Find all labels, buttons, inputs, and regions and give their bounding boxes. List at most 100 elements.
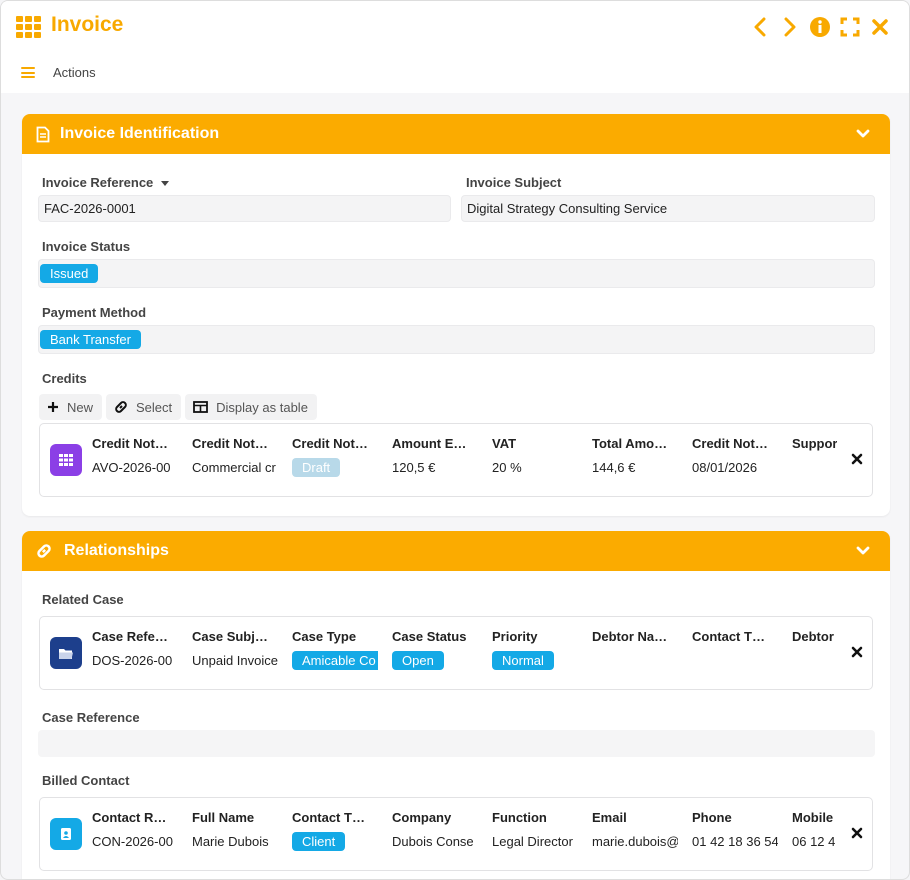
invoice-subject-label: Invoice Subject bbox=[466, 175, 562, 190]
column-header[interactable]: Case Status bbox=[392, 629, 478, 644]
column-header[interactable]: Mobile bbox=[792, 810, 837, 825]
billed-contact-table: Contact R… CON-2026-00 Full Name Marie Dub… bbox=[39, 797, 873, 871]
display-as-table-button[interactable]: Display as table bbox=[185, 394, 317, 420]
invoice-identification-header[interactable]: Invoice Identification bbox=[22, 114, 890, 154]
invoice-reference-field[interactable]: FAC-2026-0001 bbox=[38, 195, 451, 222]
window-title: Invoice bbox=[51, 13, 124, 36]
actions-bar[interactable]: Actions bbox=[21, 65, 96, 80]
column-header[interactable]: Credit Not… bbox=[192, 436, 278, 451]
table-cell: Unpaid Invoice bbox=[192, 653, 278, 668]
related-case-row[interactable]: Case Refe… DOS-2026-00 Case Subj… Unpaid I… bbox=[92, 629, 837, 689]
column-header[interactable]: VAT bbox=[492, 436, 578, 451]
table-cell: AVO-2026-00 bbox=[92, 460, 171, 475]
priority-badge: Normal bbox=[492, 651, 554, 670]
plus-icon bbox=[48, 402, 58, 412]
column-header[interactable]: Total Amo… bbox=[592, 436, 678, 451]
table-cell: 144,6 € bbox=[592, 460, 636, 475]
case-status-badge: Open bbox=[392, 651, 444, 670]
new-button-label: New bbox=[67, 399, 94, 415]
remove-credit-icon[interactable] bbox=[851, 453, 863, 467]
column-header[interactable]: Debtor Na… bbox=[592, 629, 678, 644]
column-header[interactable]: Function bbox=[492, 810, 578, 825]
column-header[interactable]: Contact R… bbox=[92, 810, 178, 825]
credits-table: Credit Not… AVO-2026-00 Credit Not… Commer… bbox=[39, 423, 873, 497]
title-bar: Invoice Actions bbox=[1, 1, 909, 93]
column-header[interactable]: Credit Not… bbox=[92, 436, 178, 451]
table-cell: Legal Director bbox=[492, 834, 573, 849]
remove-case-icon[interactable] bbox=[851, 646, 863, 660]
chevron-down-icon[interactable] bbox=[856, 126, 870, 144]
column-header[interactable]: Credit Not… bbox=[292, 436, 378, 451]
table-cell: 06 12 4 bbox=[792, 834, 836, 849]
select-button[interactable]: Select bbox=[106, 394, 182, 420]
table-icon bbox=[193, 401, 209, 413]
table-cell: Client bbox=[292, 832, 378, 851]
case-reference-field[interactable] bbox=[38, 730, 875, 757]
invoice-reference-label-text: Invoice Reference bbox=[42, 175, 154, 190]
actions-label[interactable]: Actions bbox=[53, 65, 96, 80]
billed-contact-row[interactable]: Contact R… CON-2026-00 Full Name Marie Dub… bbox=[92, 810, 837, 870]
new-button[interactable]: New bbox=[39, 394, 103, 420]
table-cell: Commercial cr bbox=[192, 460, 276, 475]
table-cell: 01 42 18 36 54 bbox=[692, 834, 778, 849]
table-cell: Dubois Conse bbox=[392, 834, 474, 849]
payment-method-label: Payment Method bbox=[42, 305, 147, 320]
invoice-subject-field[interactable]: Digital Strategy Consulting Service bbox=[461, 195, 875, 222]
credit-status-badge: Draft bbox=[292, 458, 341, 477]
select-button-label: Select bbox=[136, 399, 173, 415]
credits-toolbar: New Select Display as table bbox=[39, 394, 317, 420]
table-cell: Normal bbox=[492, 651, 578, 670]
column-header[interactable]: Company bbox=[392, 810, 478, 825]
section-title: Invoice Identification bbox=[60, 125, 220, 142]
table-cell: 08/01/2026 bbox=[692, 460, 758, 475]
chevron-down-icon[interactable] bbox=[856, 543, 870, 561]
column-header[interactable]: Full Name bbox=[192, 810, 278, 825]
window-controls bbox=[749, 15, 891, 39]
invoice-status-label: Invoice Status bbox=[42, 239, 131, 254]
column-header[interactable]: Contact T… bbox=[292, 810, 378, 825]
billed-contact-label: Billed Contact bbox=[42, 773, 130, 788]
table-cell: 20 % bbox=[492, 460, 522, 475]
column-header[interactable]: Case Subj… bbox=[192, 629, 278, 644]
column-header[interactable]: Contact T… bbox=[692, 629, 778, 644]
folder-icon bbox=[50, 637, 82, 669]
chevron-left-icon[interactable] bbox=[749, 15, 771, 39]
table-cell: Amicable Co bbox=[292, 651, 378, 673]
column-header[interactable]: Phone bbox=[692, 810, 778, 825]
table-cell: Draft bbox=[292, 458, 378, 477]
close-icon[interactable] bbox=[869, 15, 891, 39]
table-cell: CON-2026-00 bbox=[92, 834, 173, 849]
column-header[interactable]: Suppor bbox=[792, 436, 837, 451]
remove-contact-icon[interactable] bbox=[851, 827, 863, 841]
payment-method-field[interactable]: Bank Transfer bbox=[38, 325, 875, 354]
invoice-reference-label[interactable]: Invoice Reference bbox=[42, 175, 170, 190]
column-header[interactable]: Email bbox=[592, 810, 678, 825]
credits-table-row[interactable]: Credit Not… AVO-2026-00 Credit Not… Commer… bbox=[92, 436, 837, 496]
caret-down-icon[interactable] bbox=[161, 181, 170, 187]
related-case-table: Case Refe… DOS-2026-00 Case Subj… Unpaid I… bbox=[39, 616, 873, 690]
column-header[interactable]: Amount E… bbox=[392, 436, 478, 451]
table-cell: marie.dubois@ bbox=[592, 834, 678, 849]
column-header[interactable]: Case Type bbox=[292, 629, 378, 644]
related-case-label: Related Case bbox=[42, 592, 124, 607]
column-header[interactable]: Credit Not… bbox=[692, 436, 778, 451]
table-cell: 120,5 € bbox=[392, 460, 436, 475]
column-header[interactable]: Case Refe… bbox=[92, 629, 178, 644]
grid-icon[interactable] bbox=[16, 16, 41, 38]
chevron-right-icon[interactable] bbox=[779, 15, 801, 39]
relationships-header[interactable]: Relationships bbox=[22, 531, 890, 571]
invoice-status-field[interactable]: Issued bbox=[38, 259, 875, 288]
section-title: Relationships bbox=[64, 542, 169, 559]
payment-method-badge: Bank Transfer bbox=[40, 330, 141, 349]
column-header[interactable]: Priority bbox=[492, 629, 578, 644]
contact-card-icon bbox=[50, 818, 82, 850]
column-header[interactable]: Debtor bbox=[792, 629, 837, 644]
case-type-badge: Amicable Co bbox=[292, 651, 378, 670]
case-reference-label: Case Reference bbox=[42, 710, 140, 725]
info-icon[interactable] bbox=[809, 15, 831, 39]
fullscreen-icon[interactable] bbox=[839, 15, 861, 39]
display-as-table-label: Display as table bbox=[216, 399, 308, 415]
menu-icon[interactable] bbox=[21, 67, 35, 78]
status-badge: Issued bbox=[40, 264, 99, 283]
credits-label: Credits bbox=[42, 371, 87, 386]
